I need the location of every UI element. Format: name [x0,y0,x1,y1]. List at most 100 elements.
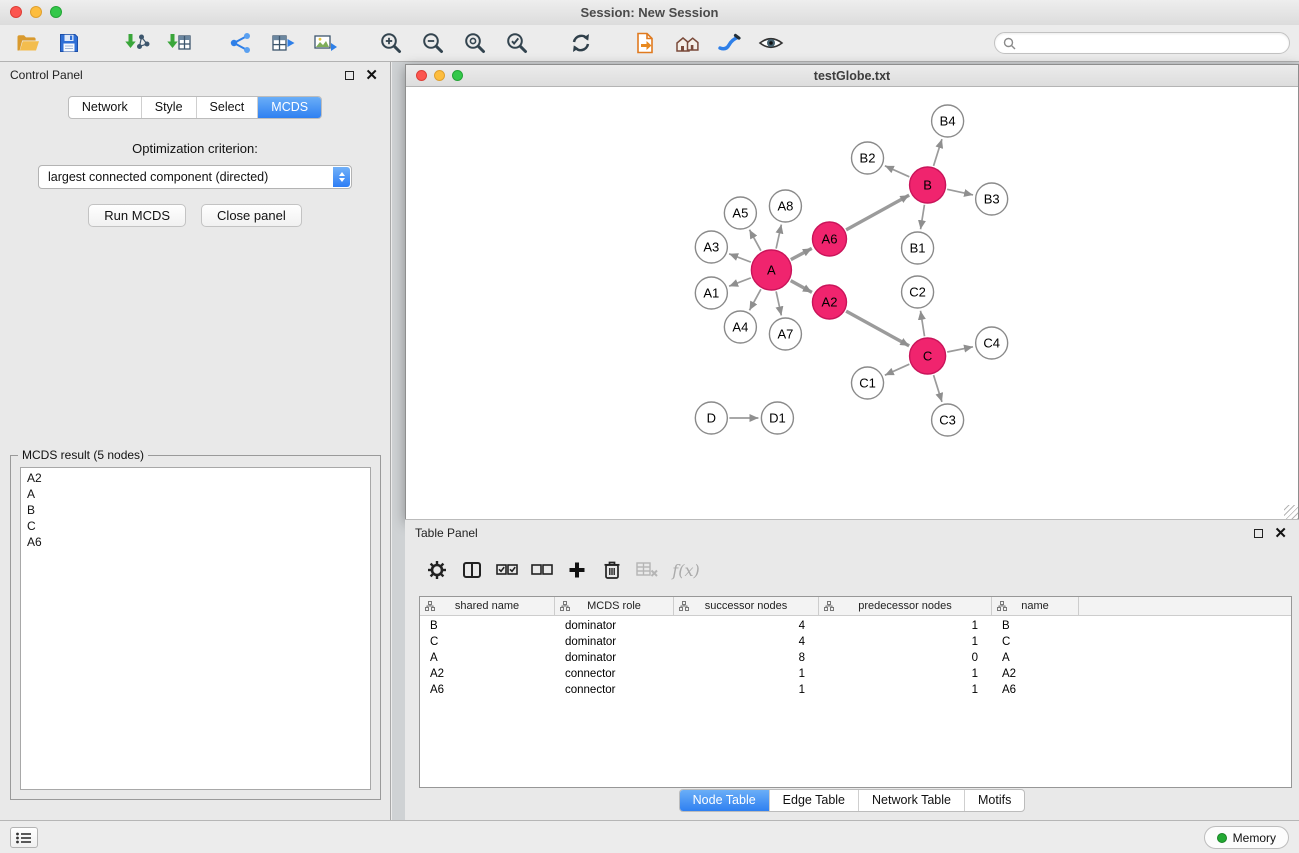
table-cell[interactable]: 4 [674,636,819,648]
column-header-MCDS-role[interactable]: MCDS role [555,597,674,615]
control-tab-network[interactable]: Network [69,97,142,118]
graph-node-B1[interactable]: B1 [902,232,934,264]
table-cell[interactable]: 1 [674,684,819,696]
graph-edge-A6-B[interactable] [846,195,909,230]
table-cell[interactable]: C [992,636,1079,648]
graph-node-C1[interactable]: C1 [851,367,883,399]
control-tab-mcds[interactable]: MCDS [258,97,321,118]
graph-edge-B-B3[interactable] [947,189,973,195]
float-panel-button[interactable] [345,71,354,80]
graph-edge-C-C1[interactable] [885,364,909,375]
table-tab-motifs[interactable]: Motifs [965,790,1024,811]
mcds-result-item[interactable]: C [21,518,370,534]
table-tab-network-table[interactable]: Network Table [859,790,965,811]
first-neighbors-button[interactable] [666,27,708,59]
table-cell[interactable]: A [992,652,1079,664]
mcds-result-item[interactable]: A2 [21,470,370,486]
graph-edge-C-C4[interactable] [947,347,973,352]
table-settings-button[interactable] [419,555,454,585]
table-cell[interactable]: A [420,652,555,664]
table-cell[interactable]: C [420,636,555,648]
mcds-result-list[interactable]: A2ABCA6 [20,467,371,790]
zoom-in-button[interactable] [370,27,412,59]
table-cell[interactable]: A2 [420,668,555,680]
show-hide-button[interactable] [750,27,792,59]
column-header-successor-nodes[interactable]: successor nodes [674,597,819,615]
graph-node-C2[interactable]: C2 [902,276,934,308]
float-table-panel-button[interactable] [1254,529,1263,538]
import-network-from-file-button[interactable] [116,27,158,59]
column-header-shared-name[interactable]: shared name [420,597,555,615]
graph-edge-A-A4[interactable] [749,289,760,310]
graph-edge-A-A3[interactable] [729,254,751,262]
node-table[interactable]: shared nameMCDS rolesuccessor nodesprede… [419,596,1292,788]
zoom-window-button[interactable] [50,6,62,18]
table-cell[interactable]: connector [555,668,674,680]
network-canvas-svg[interactable]: B4B2BB3A8A5A6A3B1AC2A1A2A4A7C4CC1C3DD1 [406,88,1298,519]
network-close-button[interactable] [416,70,427,81]
network-canvas[interactable]: B4B2BB3A8A5A6A3B1AC2A1A2A4A7C4CC1C3DD1 [406,88,1298,519]
table-cell[interactable]: 0 [819,652,992,664]
network-minimize-button[interactable] [434,70,445,81]
search-field[interactable] [994,32,1290,54]
graph-edge-A-A6[interactable] [791,248,812,259]
apply-style-button[interactable] [708,27,750,59]
graph-edge-B-B1[interactable] [921,205,925,229]
graph-edge-A-A8[interactable] [776,225,781,249]
graph-node-A[interactable]: A [751,250,791,290]
table-cell[interactable]: 1 [819,668,992,680]
close-panel-button-mcds[interactable]: Close panel [201,204,302,227]
table-row[interactable]: A6connector11A6 [420,682,1291,698]
table-cell[interactable]: 1 [674,668,819,680]
zoom-selected-button[interactable] [496,27,538,59]
table-cell[interactable]: 1 [819,620,992,632]
table-cell[interactable]: dominator [555,652,674,664]
graph-node-C4[interactable]: C4 [976,327,1008,359]
save-session-button[interactable] [48,27,90,59]
delete-table-button[interactable] [629,555,664,585]
delete-row-button[interactable] [594,555,629,585]
refresh-view-button[interactable] [560,27,602,59]
table-cell[interactable]: dominator [555,620,674,632]
unselect-all-columns-button[interactable] [524,555,559,585]
table-row[interactable]: Adominator80A [420,650,1291,666]
graph-edge-A-A5[interactable] [749,230,760,251]
table-cell[interactable]: 4 [674,620,819,632]
mcds-result-item[interactable]: A [21,486,370,502]
new-table-button[interactable] [262,27,304,59]
column-header-name[interactable]: name [992,597,1079,615]
table-cell[interactable]: A2 [992,668,1079,680]
add-row-button[interactable] [559,555,594,585]
graph-node-D1[interactable]: D1 [761,402,793,434]
zoom-fit-button[interactable] [454,27,496,59]
table-tab-edge-table[interactable]: Edge Table [770,790,859,811]
control-tab-style[interactable]: Style [142,97,197,118]
graph-node-A4[interactable]: A4 [724,311,756,343]
graph-edge-A2-C[interactable] [846,311,909,346]
table-row[interactable]: Cdominator41C [420,634,1291,650]
graph-node-D[interactable]: D [695,402,727,434]
select-all-columns-button[interactable] [489,555,524,585]
close-window-button[interactable] [10,6,22,18]
new-network-button[interactable] [220,27,262,59]
graph-node-B3[interactable]: B3 [976,183,1008,215]
graph-node-A5[interactable]: A5 [724,197,756,229]
criterion-dropdown[interactable]: largest connected component (directed) [38,165,352,189]
memory-button[interactable]: Memory [1204,826,1289,849]
graph-node-A2[interactable]: A2 [812,285,846,319]
graph-edge-B-B4[interactable] [934,139,942,166]
table-cell[interactable]: A6 [992,684,1079,696]
graph-edge-A-A1[interactable] [729,278,751,286]
table-cell[interactable]: 8 [674,652,819,664]
table-cell[interactable]: A6 [420,684,555,696]
graph-edge-C-C3[interactable] [934,375,942,402]
table-row[interactable]: A2connector11A2 [420,666,1291,682]
table-tab-node-table[interactable]: Node Table [680,790,770,811]
table-cell[interactable]: connector [555,684,674,696]
graph-edge-A-A7[interactable] [776,291,781,315]
function-builder-button[interactable]: f(x) [664,555,708,585]
zoom-out-button[interactable] [412,27,454,59]
minimize-window-button[interactable] [30,6,42,18]
graph-node-A7[interactable]: A7 [769,318,801,350]
show-panels-button[interactable] [10,827,38,848]
